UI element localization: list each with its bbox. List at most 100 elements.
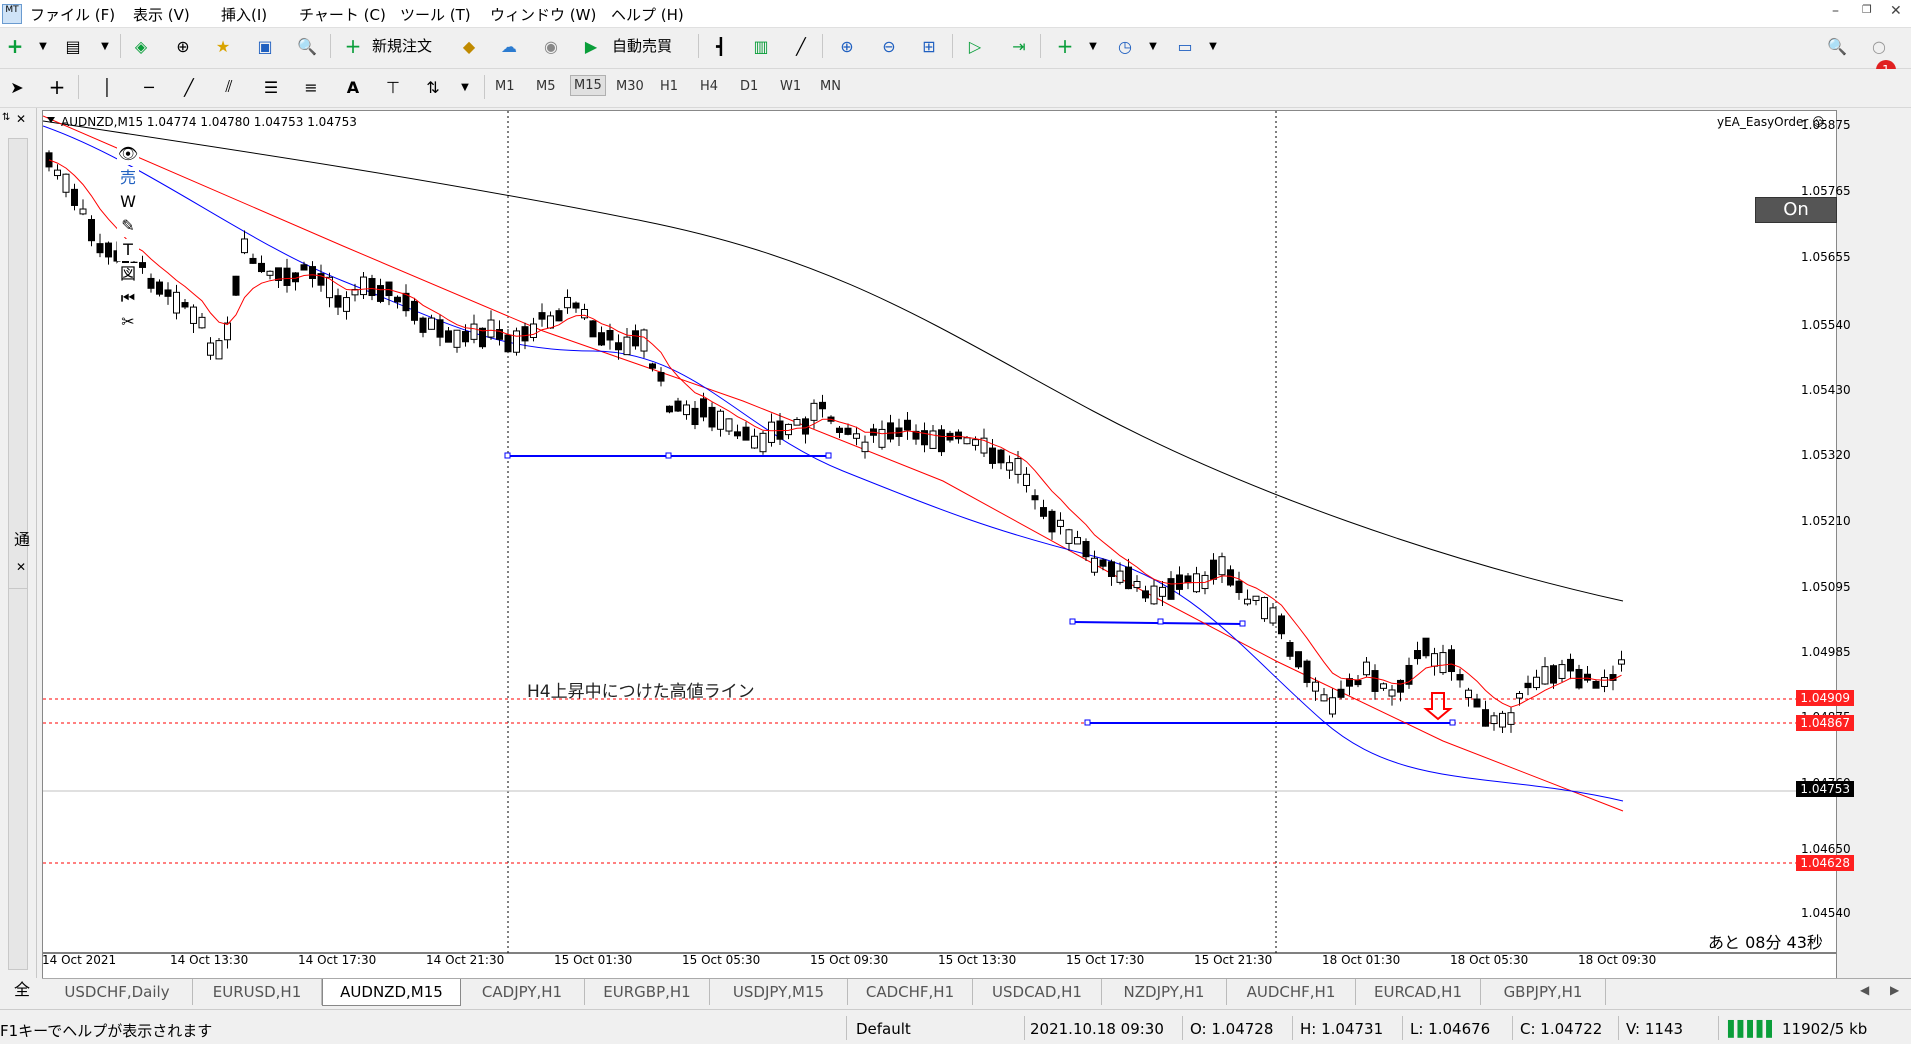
menu-view[interactable]: 表示 (V) [133,4,190,25]
terminal-icon[interactable]: ▣ [252,33,278,59]
horizontal-line-icon[interactable]: ─ [136,74,162,100]
dropdown-icon[interactable]: ▼ [1140,33,1166,59]
menu-chart[interactable]: チャート (C) [299,4,386,25]
equidistant-channel-icon[interactable]: ⫽ [216,74,242,100]
restore-icon[interactable]: ❐ [1862,3,1872,16]
trendline-icon[interactable]: ╱ [176,74,202,100]
line-chart-icon[interactable]: ╱ [788,33,814,59]
ea-on-button[interactable]: On [1755,197,1837,223]
pencil-icon[interactable]: ✎ [117,215,139,237]
notification-icon[interactable]: ○ [1866,33,1892,59]
timeframe-h4[interactable]: H4 [697,77,721,96]
candle-body [207,342,214,356]
timeframe-h1[interactable]: H1 [657,77,681,96]
arrows-icon[interactable]: ⇅ [420,74,446,100]
auto-scroll-icon[interactable]: ▷ [962,33,988,59]
candle-body [1584,673,1591,681]
collapse-icon[interactable]: ⇅ [2,112,10,123]
zoom-in-icon[interactable]: ⊕ [834,33,860,59]
text-label-icon[interactable]: ⊤ [380,74,406,100]
candle-body [1439,652,1447,674]
timeframe-d1[interactable]: D1 [737,77,761,96]
timeframe-m30[interactable]: M30 [613,77,647,96]
templates-icon[interactable]: ▭ [1172,33,1198,59]
chart-shift-icon[interactable]: ⇥ [1006,33,1032,59]
vertical-line-icon[interactable]: │ [94,74,120,100]
tab-eurcad-h1[interactable]: EURCAD,H1 [1356,979,1481,1005]
search-icon[interactable]: 🔍 [1824,33,1850,59]
dropdown-icon[interactable]: ▼ [30,33,56,59]
fibo-fan-icon[interactable]: ≡ [298,74,324,100]
down-arrow-icon[interactable] [1423,692,1453,721]
annotation-text[interactable]: H4上昇中につけた高値ライン [527,677,755,702]
tab-usdcad-h1[interactable]: USDCAD,H1 [973,979,1102,1005]
menu-tools[interactable]: ツール (T) [400,4,471,25]
signals-icon[interactable]: ◉ [538,33,564,59]
timeframe-m5[interactable]: M5 [533,77,559,96]
close-icon[interactable]: ✕ [1890,3,1902,19]
zoom-out-icon[interactable]: ⊖ [876,33,902,59]
tab-cadchf-h1[interactable]: CADCHF,H1 [848,979,973,1005]
timeframe-w1[interactable]: W1 [777,77,804,96]
tab-cadjpy-h1[interactable]: CADJPY,H1 [460,979,585,1005]
text-tool-icon[interactable]: T [117,239,139,261]
tab-scroll-left-icon[interactable]: ◀ [1860,983,1869,997]
candle-body [105,242,112,258]
cursor-icon[interactable]: ➤ [4,74,30,100]
text-icon[interactable]: A [340,74,366,100]
chart-tabs: USDCHF,Daily EURUSD,H1 AUDNZD,M15 CADJPY… [42,978,1911,1006]
status-profile[interactable]: Default [856,1020,911,1038]
rewind-icon[interactable]: ⏮ [117,287,139,309]
auto-trade-button[interactable]: 自動売買 [612,35,672,56]
dropdown-icon[interactable]: ▼ [1080,33,1106,59]
tab-nzdjpy-h1[interactable]: NZDJPY,H1 [1102,979,1227,1005]
new-order-icon[interactable]: + [340,33,366,59]
close-panel-icon[interactable]: ✕ [16,112,26,126]
scissors-icon[interactable]: ✂ [117,311,139,333]
minimize-icon[interactable]: – [1832,3,1839,19]
metaeditor-icon[interactable]: ◆ [456,33,482,59]
new-chart-icon[interactable]: + [2,33,28,59]
eye-icon[interactable]: 👁 [117,143,139,165]
navigator-icon[interactable]: ★ [210,33,236,59]
menu-help[interactable]: ヘルプ (H) [611,4,684,25]
dropdown-icon[interactable]: ▼ [1200,33,1226,59]
figure-icon[interactable]: 図 [117,263,139,285]
timeframe-mn[interactable]: MN [817,77,844,96]
community-icon[interactable]: ☁ [496,33,522,59]
crosshair-target-icon[interactable]: ⊕ [170,33,196,59]
dropdown-icon[interactable]: ▼ [452,74,478,100]
market-watch-icon[interactable]: ◈ [128,33,154,59]
strategy-tester-icon[interactable]: 🔍 [294,33,320,59]
tile-windows-icon[interactable]: ⊞ [916,33,942,59]
w-icon[interactable]: W [117,191,139,213]
menu-file[interactable]: ファイル (F) [30,4,115,25]
profiles-icon[interactable]: ▤ [60,33,86,59]
tab-usdjpy-m15[interactable]: USDJPY,M15 [710,979,848,1005]
candlestick-icon[interactable]: ▥ [748,33,774,59]
tab-eurusd-h1[interactable]: EURUSD,H1 [193,979,322,1005]
fibo-retracement-icon[interactable]: ☰ [258,74,284,100]
tab-audnzd-m15[interactable]: AUDNZD,M15 [322,979,461,1006]
bar-chart-icon[interactable]: ┫ [708,33,734,59]
chart-canvas[interactable] [43,111,1836,979]
timeframe-m1[interactable]: M1 [492,77,518,96]
menu-window[interactable]: ウィンドウ (W) [490,4,596,25]
close-panel-icon[interactable]: ✕ [16,560,26,574]
menu-insert[interactable]: 挿入(I) [221,4,267,25]
new-order-button[interactable]: 新規注文 [372,35,432,56]
periods-icon[interactable]: ◷ [1112,33,1138,59]
panel-scrollbar[interactable] [8,588,28,970]
sell-icon[interactable]: 売 [117,167,139,189]
tab-usdchf-daily[interactable]: USDCHF,Daily [42,979,193,1005]
dropdown-icon[interactable]: ▼ [92,33,118,59]
price-chart[interactable]: AUDNZD,M15 1.04774 1.04780 1.04753 1.047… [42,110,1837,980]
tab-gbpjpy-h1[interactable]: GBPJPY,H1 [1481,979,1606,1005]
auto-trade-icon[interactable]: ▶ [578,33,604,59]
tab-audchf-h1[interactable]: AUDCHF,H1 [1227,979,1356,1005]
crosshair-icon[interactable]: + [44,74,70,100]
tab-eurgbp-h1[interactable]: EURGBP,H1 [585,979,710,1005]
tab-scroll-right-icon[interactable]: ▶ [1890,983,1899,997]
indicators-icon[interactable]: + [1052,33,1078,59]
timeframe-m15[interactable]: M15 [570,75,606,96]
